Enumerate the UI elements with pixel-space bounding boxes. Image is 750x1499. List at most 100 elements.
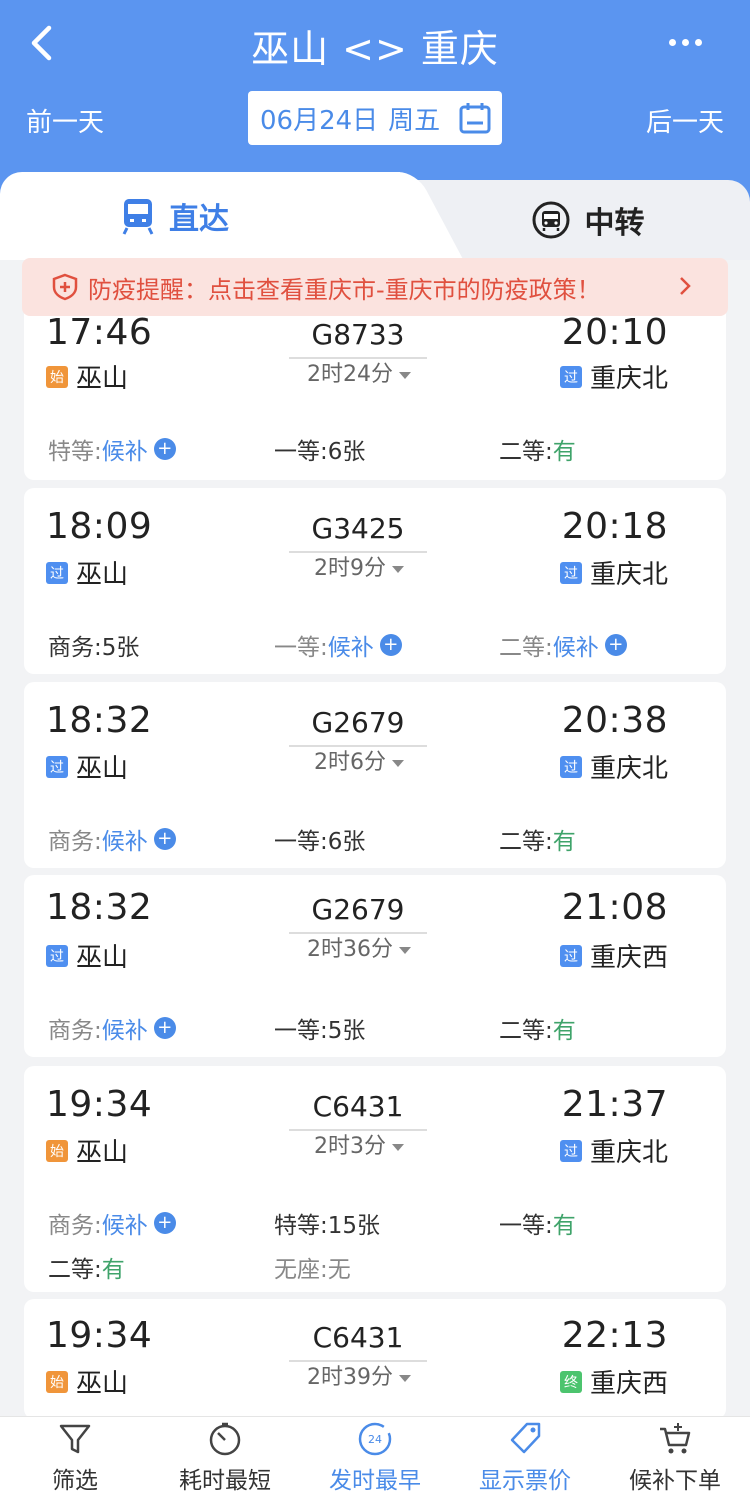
- train-number: C6431: [289, 1321, 427, 1362]
- duration-text: 2时36分: [307, 937, 393, 962]
- seat-class-label: 无座:: [274, 1257, 328, 1283]
- caret-down-icon: [392, 565, 404, 573]
- sort-earliest-button[interactable]: 24 发时最早: [300, 1417, 450, 1499]
- pass-station-badge: 过: [46, 561, 68, 584]
- arrival-station: 过重庆北: [559, 748, 668, 785]
- more-dot-icon: [668, 38, 676, 46]
- more-button[interactable]: [660, 22, 710, 62]
- sort-earliest-label: 发时最早: [329, 1468, 421, 1494]
- seat-none: 无: [327, 1257, 351, 1283]
- seat-info[interactable]: 商务: 候补 +: [48, 1011, 176, 1045]
- seat-info: 二等: 有: [499, 822, 576, 856]
- seat-count: 6张: [327, 439, 366, 465]
- train-card[interactable]: 18:09 G3425 2时9分 20:18 过巫山 过重庆北 商务: 5张 一等…: [24, 488, 726, 674]
- duration-text: 2时24分: [307, 362, 393, 387]
- station-name: 重庆北: [589, 560, 668, 590]
- train-number: C6431: [289, 1090, 427, 1131]
- pass-station-badge: 过: [559, 1139, 582, 1162]
- show-price-button[interactable]: 显示票价: [450, 1417, 600, 1499]
- epidemic-notice-banner[interactable]: 防疫提醒：点击查看重庆市-重庆市的防疫政策！: [22, 258, 728, 316]
- date-text: 06月24日: [260, 105, 379, 136]
- seat-info[interactable]: 一等: 候补 +: [274, 628, 402, 662]
- caret-down-icon: [399, 371, 411, 379]
- train-card[interactable]: 17:46 G8733 2时24分 20:10 始巫山 过重庆北 特等: 候补 + …: [24, 300, 726, 480]
- arrival-station: 终重庆西: [559, 1363, 668, 1400]
- seat-class-label: 一等:: [274, 829, 328, 855]
- departure-station: 始巫山: [46, 358, 128, 395]
- tab-bar: 中转 直达: [0, 172, 750, 260]
- add-waitlist-icon[interactable]: +: [604, 634, 627, 656]
- arrival-time: 20:10: [561, 312, 668, 353]
- train-card[interactable]: 18:32 G2679 2时36分 21:08 过巫山 过重庆西 商务: 候补 + …: [24, 875, 726, 1057]
- show-price-label: 显示票价: [479, 1468, 571, 1494]
- seat-info: 二等: 有: [499, 432, 576, 466]
- duration-text: 2时3分: [314, 1134, 386, 1159]
- next-day-button[interactable]: 后一天: [646, 102, 724, 139]
- sort-shortest-button[interactable]: 耗时最短: [150, 1417, 300, 1499]
- cart-icon: [660, 1423, 691, 1454]
- add-waitlist-icon[interactable]: +: [379, 634, 402, 656]
- filter-button[interactable]: 筛选: [0, 1417, 150, 1499]
- seat-class-label: 商务:: [48, 635, 102, 661]
- arrival-time: 21:37: [561, 1084, 668, 1125]
- weekday-text: 周五: [388, 105, 441, 136]
- add-waitlist-icon[interactable]: +: [153, 1212, 176, 1234]
- seat-info: 特等: 15张: [274, 1206, 380, 1240]
- train-card[interactable]: 19:34 C6431 2时39分 22:13 始巫山 终重庆西: [24, 1299, 726, 1419]
- prev-day-button[interactable]: 前一天: [26, 102, 104, 139]
- duration-toggle[interactable]: 2时3分: [279, 1128, 439, 1160]
- seat-class-label: 二等:: [48, 1257, 102, 1283]
- duration-toggle[interactable]: 2时39分: [279, 1359, 439, 1391]
- duration-text: 2时9分: [314, 556, 386, 581]
- clock-24-icon: 24: [358, 1422, 392, 1456]
- station-name: 重庆西: [589, 943, 668, 973]
- seat-info[interactable]: 商务: 候补 +: [48, 822, 176, 856]
- calendar-icon: [459, 103, 491, 134]
- end-station-badge: 终: [559, 1370, 582, 1393]
- seat-available: 有: [552, 439, 576, 465]
- train-number: G2679: [289, 893, 427, 934]
- add-waitlist-icon[interactable]: +: [153, 1017, 176, 1039]
- departure-time: 17:46: [46, 312, 153, 353]
- filter-label: 筛选: [52, 1468, 98, 1494]
- waitlist-label: 候补: [327, 635, 374, 661]
- departure-time: 18:09: [46, 506, 153, 547]
- date-picker[interactable]: 06月24日 周五: [248, 91, 502, 145]
- shield-icon: [52, 273, 78, 301]
- price-tag-icon: [510, 1422, 541, 1454]
- departure-time: 18:32: [46, 700, 153, 741]
- tab-transfer-label: 中转: [584, 206, 645, 241]
- duration-toggle[interactable]: 2时6分: [279, 744, 439, 776]
- train-card[interactable]: 18:32 G2679 2时6分 20:38 过巫山 过重庆北 商务: 候补 + 一…: [24, 682, 726, 868]
- start-station-badge: 始: [46, 365, 68, 388]
- seat-info[interactable]: 二等: 候补 +: [499, 628, 627, 662]
- seat-info: 一等: 有: [499, 1206, 576, 1240]
- seat-info: 商务: 5张: [48, 628, 139, 662]
- seat-info[interactable]: 特等: 候补 +: [48, 432, 176, 466]
- station-name: 巫山: [76, 1369, 129, 1399]
- duration-text: 2时39分: [307, 1365, 393, 1390]
- seat-info: 无座: 无: [274, 1250, 351, 1284]
- seat-info: 二等: 有: [48, 1250, 125, 1284]
- arrival-time: 20:38: [561, 700, 668, 741]
- duration-text: 2时6分: [314, 750, 386, 775]
- tab-direct[interactable]: 直达: [0, 172, 400, 260]
- seat-class-label: 二等:: [499, 829, 553, 855]
- seat-class-label: 二等:: [499, 635, 553, 661]
- duration-toggle[interactable]: 2时9分: [279, 550, 439, 582]
- waitlist-order-button[interactable]: 候补下单: [600, 1417, 750, 1499]
- waitlist-label: 候补: [101, 1213, 148, 1239]
- add-waitlist-icon[interactable]: +: [153, 828, 176, 850]
- train-card[interactable]: 19:34 C6431 2时3分 21:37 始巫山 过重庆北 商务: 候补 + 特…: [24, 1066, 726, 1292]
- seat-class-label: 一等:: [499, 1213, 553, 1239]
- seat-info[interactable]: 商务: 候补 +: [48, 1206, 176, 1240]
- seat-available: 有: [552, 1018, 576, 1044]
- seat-class-label: 特等:: [48, 439, 102, 465]
- duration-toggle[interactable]: 2时36分: [279, 931, 439, 963]
- caret-down-icon: [399, 1374, 411, 1382]
- pass-station-badge: 过: [46, 944, 68, 967]
- start-station-badge: 始: [46, 1139, 68, 1162]
- train-number: G3425: [289, 512, 427, 553]
- duration-toggle[interactable]: 2时24分: [279, 356, 439, 388]
- add-waitlist-icon[interactable]: +: [153, 438, 176, 460]
